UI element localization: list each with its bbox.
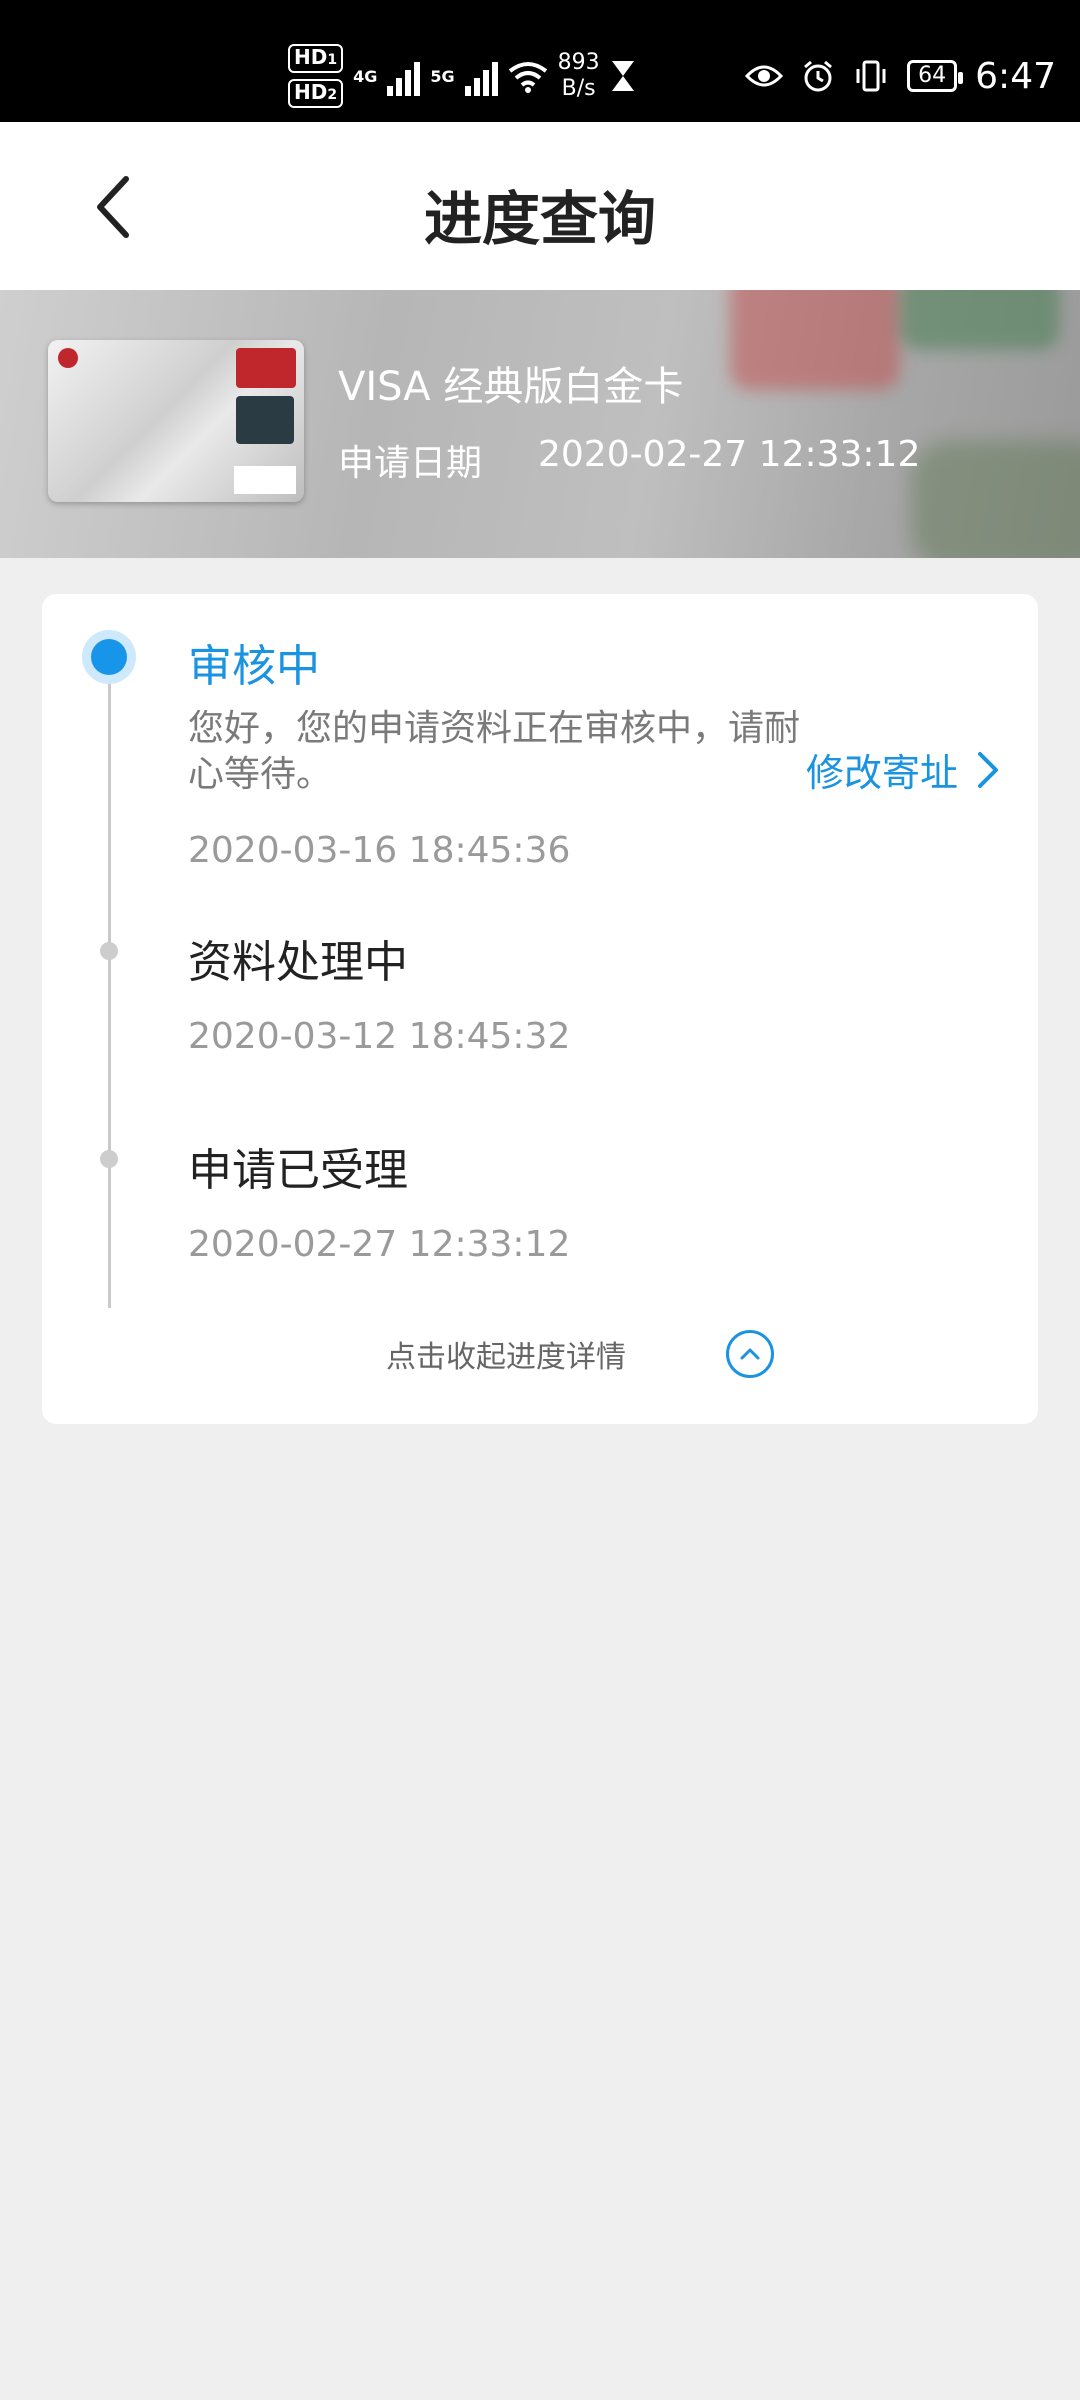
vibrate-icon xyxy=(856,60,886,92)
status-right: 64 6:47 xyxy=(745,46,1056,106)
clock: 6:47 xyxy=(975,55,1056,97)
step-description: 您好，您的申请资料正在审核中，请耐心等待。 xyxy=(188,708,801,795)
hd2-badge: HD2 xyxy=(288,79,344,108)
unionpay-logo-icon xyxy=(236,348,296,388)
banner-decoration xyxy=(910,440,1080,558)
wifi-icon xyxy=(508,62,547,93)
hd1-badge: HD1 xyxy=(288,44,344,73)
step-title: 申请已受理 xyxy=(188,1145,408,1196)
progress-card: 审核中 您好，您的申请资料正在审核中，请耐心等待。 2020-03-16 18:… xyxy=(42,594,1038,1424)
collapse-details-button[interactable]: 点击收起进度详情 xyxy=(42,1304,1038,1404)
status-left: HD1 HD2 4G 5G 893 B/s xyxy=(288,44,636,108)
apply-date-label: 申请日期 xyxy=(338,443,483,484)
collapse-details-label: 点击收起进度详情 xyxy=(386,1340,626,1375)
title-bar: 进度查询 xyxy=(0,122,1080,290)
card-banner: VISA 经典版白金卡 申请日期 2020-02-27 12:33:12 xyxy=(0,290,1080,558)
signal-icon xyxy=(387,56,421,96)
modify-address-link[interactable]: 修改寄址 xyxy=(806,742,1000,797)
chevron-right-icon xyxy=(978,751,999,788)
hourglass-icon xyxy=(611,61,634,91)
battery-icon: 64 xyxy=(907,60,964,92)
eye-icon xyxy=(745,65,784,87)
step-time: 2020-02-27 12:33:12 xyxy=(188,1224,571,1265)
bank-logo-icon xyxy=(58,348,78,368)
alarm-icon xyxy=(804,60,833,92)
step-time: 2020-03-16 18:45:36 xyxy=(188,830,571,871)
visa-logo-icon xyxy=(234,466,296,494)
card-name: VISA 经典版白金卡 xyxy=(338,364,684,410)
page-title: 进度查询 xyxy=(423,185,656,253)
credit-card-image xyxy=(48,340,304,502)
hologram-icon xyxy=(236,396,294,444)
step-time: 2020-03-12 18:45:32 xyxy=(188,1016,571,1057)
banner-decoration xyxy=(900,290,1060,350)
chevron-up-icon xyxy=(726,1330,774,1378)
timeline-dot xyxy=(100,942,118,960)
timeline-line xyxy=(108,664,111,1308)
hd-indicators: HD1 HD2 xyxy=(288,44,344,108)
apply-date-value: 2020-02-27 12:33:12 xyxy=(538,434,921,475)
banner-decoration xyxy=(730,290,900,390)
step-title: 审核中 xyxy=(188,641,320,692)
sim1-network-type: 4G xyxy=(353,66,378,86)
timeline-dot xyxy=(100,1150,118,1168)
timeline-dot-active xyxy=(82,630,136,684)
signal-icon-2 xyxy=(464,56,498,96)
sim2-network-type: 5G xyxy=(430,66,455,86)
network-speed: 893 B/s xyxy=(557,50,600,101)
status-bar: HD1 HD2 4G 5G 893 B/s 64 6:47 xyxy=(0,0,1080,122)
step-title: 资料处理中 xyxy=(188,937,408,988)
modify-address-label: 修改寄址 xyxy=(806,751,959,795)
